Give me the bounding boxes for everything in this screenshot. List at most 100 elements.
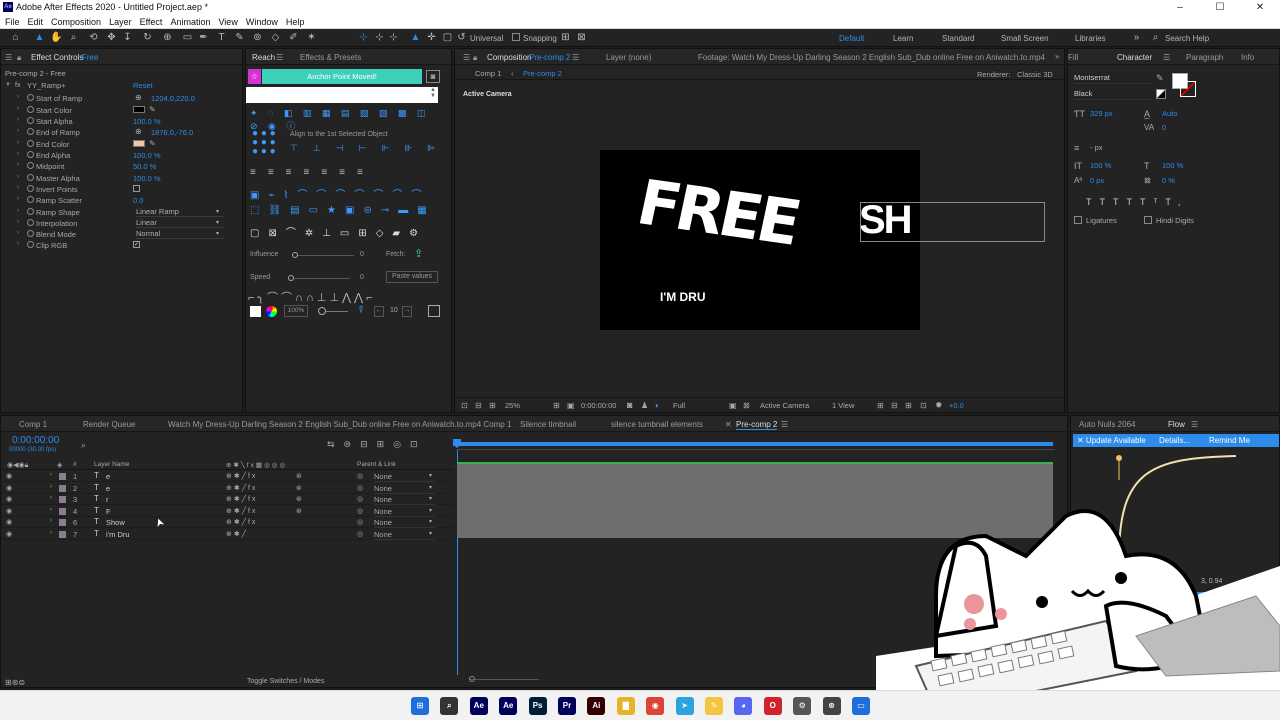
- chevron-down-icon[interactable]: ▾: [216, 219, 219, 226]
- effect-controls-layer[interactable]: Free: [82, 53, 98, 62]
- tab-silence-timbnail[interactable]: Silence timbnail: [520, 420, 576, 429]
- fast-preview-icon[interactable]: ⊟: [891, 401, 898, 410]
- stopwatch-icon[interactable]: [27, 230, 34, 237]
- telegram-icon[interactable]: ➤: [675, 697, 694, 715]
- speed-value[interactable]: 0: [360, 274, 364, 281]
- chevron-down-icon[interactable]: ▾: [429, 484, 432, 491]
- toggle-switches-modes[interactable]: Toggle Switches / Modes: [247, 678, 324, 685]
- row-expand-icon[interactable]: ›: [17, 94, 19, 100]
- layer-row[interactable]: ◉ › 4 T F ⊕✱╱fx ⊛ ◎ None ▾: [1, 506, 453, 517]
- close-tab-icon[interactable]: ✕: [725, 420, 732, 429]
- camera-select[interactable]: Active Camera: [760, 401, 809, 410]
- next-icon[interactable]: →: [402, 306, 412, 317]
- menu-file[interactable]: File: [5, 17, 20, 27]
- minimize-button[interactable]: –: [1160, 0, 1200, 15]
- hand-tool-icon[interactable]: ✋: [50, 32, 62, 43]
- settings-icon[interactable]: ⚙: [793, 697, 812, 715]
- influence-handle[interactable]: [292, 252, 298, 258]
- tool-row-1[interactable]: ▣⌁⌇⌒⌒⌒⌒⌒⌒⌒: [250, 186, 446, 201]
- stopwatch-icon[interactable]: [27, 219, 34, 226]
- menu-view[interactable]: View: [218, 17, 237, 27]
- workspace-standard[interactable]: Standard: [942, 34, 974, 43]
- roi-icon[interactable]: ▣: [729, 401, 737, 410]
- 3d-layer-icon[interactable]: ⊛: [296, 495, 302, 503]
- effect-prop-value[interactable]: 100.0 %: [133, 174, 161, 183]
- stopwatch-icon[interactable]: [27, 162, 34, 169]
- views-select[interactable]: 1 View: [832, 401, 854, 410]
- row-expand-icon[interactable]: ›: [17, 208, 19, 214]
- expand-arrow-icon[interactable]: ▼: [5, 82, 11, 88]
- effect-prop-value[interactable]: 100.0 %: [133, 151, 161, 160]
- stopwatch-icon[interactable]: [27, 174, 34, 181]
- flow-menu-icon[interactable]: ☰: [1191, 420, 1198, 429]
- tab-render-queue[interactable]: Render Queue: [83, 420, 135, 429]
- tool-row-3[interactable]: ▢⊠⌒✲⊥▭⊞◇▰⚙: [250, 224, 446, 239]
- grid-toggle-icon[interactable]: ⊞: [553, 401, 560, 410]
- row-expand-icon[interactable]: ›: [17, 117, 19, 123]
- text-dru[interactable]: I'M DRU: [660, 290, 706, 304]
- layer-name[interactable]: e: [106, 472, 110, 481]
- tab-paragraph[interactable]: Paragraph: [1186, 53, 1223, 62]
- type-tool-icon[interactable]: T: [216, 32, 227, 43]
- reach-input[interactable]: [246, 87, 438, 103]
- lock-icon[interactable]: 🔒︎: [17, 53, 21, 63]
- vscale-value[interactable]: 100 %: [1090, 161, 1111, 170]
- region-icon[interactable]: ⊟: [475, 401, 482, 410]
- pickwhip-icon[interactable]: ◎: [357, 518, 363, 526]
- layer-switches[interactable]: ⊕✱╱fx: [226, 507, 257, 515]
- menu-edit[interactable]: Edit: [28, 17, 44, 27]
- tab-composition-name[interactable]: Pre-comp 2: [529, 53, 570, 62]
- influence-value[interactable]: 0: [360, 251, 364, 258]
- zoom-handle[interactable]: [318, 307, 326, 315]
- text-bounding-box[interactable]: [860, 202, 1045, 242]
- leading-value[interactable]: Auto: [1162, 109, 1177, 118]
- clone-tool-icon[interactable]: ⊚: [252, 32, 263, 43]
- dolly-tool-icon[interactable]: ↧: [122, 32, 133, 43]
- reach-menu-icon[interactable]: ☰: [276, 53, 283, 62]
- axis-world-icon[interactable]: ⊹: [388, 32, 399, 43]
- hscale-value[interactable]: 100 %: [1162, 161, 1183, 170]
- snap-grid-icon[interactable]: ⊞: [560, 32, 571, 43]
- layer-switches[interactable]: ⊕✱╱fx: [226, 518, 257, 526]
- layer-expand-icon[interactable]: ›: [50, 484, 52, 490]
- rotate-tool-icon[interactable]: ↻: [142, 32, 153, 43]
- label-color-chip[interactable]: [59, 530, 66, 538]
- exposure-icon[interactable]: ✹: [935, 400, 943, 411]
- select-arrow-icon[interactable]: ▲: [410, 32, 421, 43]
- rectangle-tool-icon[interactable]: ▭: [182, 32, 193, 43]
- workspace-libraries[interactable]: Libraries: [1075, 34, 1106, 43]
- row-expand-icon[interactable]: ›: [17, 151, 19, 157]
- chrome-icon[interactable]: ◉: [646, 697, 665, 715]
- tab-footage[interactable]: Footage: Watch My Dress-Up Darling Seaso…: [698, 53, 1045, 62]
- monitor-icon[interactable]: ▭: [852, 697, 870, 715]
- menu-effect[interactable]: Effect: [140, 17, 163, 27]
- snapping-checkbox[interactable]: [512, 33, 520, 41]
- workspace-default[interactable]: Default: [839, 34, 864, 43]
- step-value[interactable]: 10: [390, 307, 398, 314]
- pickwhip-icon[interactable]: ◎: [357, 484, 363, 492]
- chevron-down-icon[interactable]: ▾: [216, 230, 219, 237]
- color-wheel-icon[interactable]: [266, 306, 277, 317]
- layer-row[interactable]: ◉ › 7 Ti'm Dru ⊕✱╱ ◎ None ▾: [1, 529, 453, 540]
- crumb-comp1[interactable]: Comp 1: [475, 69, 501, 78]
- layer-name[interactable]: e: [106, 484, 110, 493]
- timeline-menu-icon[interactable]: ☰: [781, 420, 788, 429]
- pixel-aspect-icon[interactable]: ⊞: [877, 401, 884, 410]
- layer-expand-icon[interactable]: ›: [50, 518, 52, 524]
- renderer-value[interactable]: Classic 3D: [1017, 70, 1053, 79]
- snap-align-icon[interactable]: ⊹: [358, 32, 369, 43]
- pan-tool-icon[interactable]: ✥: [106, 32, 117, 43]
- layer-expand-icon[interactable]: ›: [50, 507, 52, 513]
- tab-effects-presets[interactable]: Effects & Presets: [300, 53, 361, 62]
- label-color-chip[interactable]: [59, 507, 66, 515]
- chevron-down-icon[interactable]: ▾: [429, 518, 432, 525]
- snap-point-icon[interactable]: ⊠: [576, 32, 587, 43]
- roto-tool-icon[interactable]: ✐: [288, 32, 299, 43]
- stopwatch-icon[interactable]: [27, 128, 34, 135]
- tab-effect-controls[interactable]: Effect Controls: [31, 53, 83, 62]
- font-size-value[interactable]: 329 px: [1090, 109, 1113, 118]
- camera-icon[interactable]: ◙: [426, 70, 440, 83]
- panel-overflow-icon[interactable]: »: [1055, 52, 1059, 61]
- align-grid-icon[interactable]: ● ● ● ● ● ● ● ● ●: [252, 129, 280, 157]
- text-style-buttons[interactable]: TTTTTᵀT,: [1086, 197, 1188, 207]
